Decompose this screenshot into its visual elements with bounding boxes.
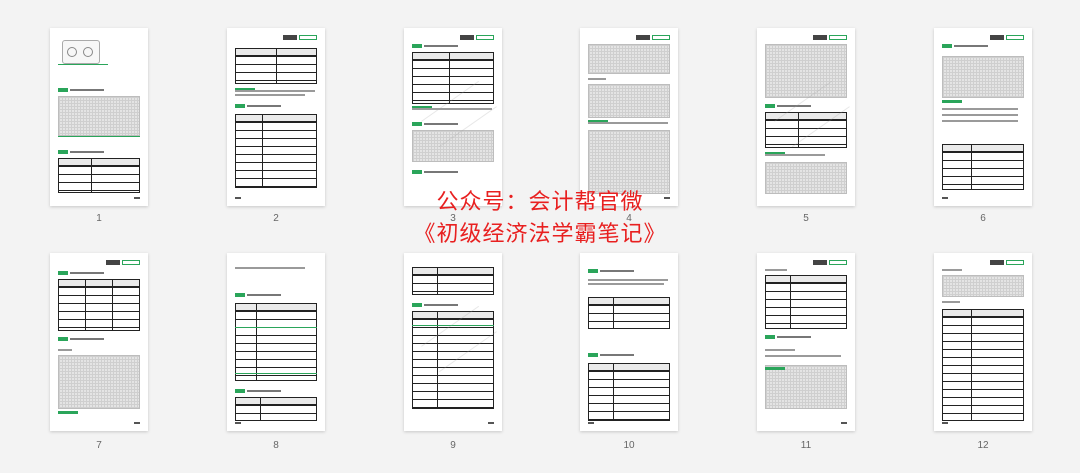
page-thumbnail-5[interactable] — [757, 28, 855, 206]
page-number: 8 — [273, 440, 279, 451]
page-thumbnail-10[interactable] — [580, 253, 678, 431]
page-thumbnail-9[interactable] — [404, 253, 502, 431]
page-thumbnail-8[interactable] — [227, 253, 325, 431]
page-thumbnail-7[interactable] — [50, 253, 148, 431]
cover-diagram — [62, 40, 100, 64]
page-thumbnail-6[interactable] — [934, 28, 1032, 206]
page-thumbnail-2[interactable] — [227, 28, 325, 206]
page-number: 7 — [96, 440, 102, 451]
promo-overlay-line-2: 《初级经济法学霸笔记》 — [413, 222, 667, 247]
page-thumbnail-3[interactable] — [404, 28, 502, 206]
page-thumbnail-11[interactable] — [757, 253, 855, 431]
page-number: 12 — [977, 440, 989, 451]
page-number: 11 — [800, 440, 812, 451]
page-thumbnail-1[interactable] — [50, 28, 148, 206]
page-thumbnail-4[interactable] — [580, 28, 678, 206]
page-number: 10 — [623, 440, 635, 451]
page-number: 9 — [450, 440, 456, 451]
promo-overlay-line-1: 公众号：会计帮官微 — [436, 190, 644, 215]
page-thumbnail-12[interactable] — [934, 253, 1032, 431]
